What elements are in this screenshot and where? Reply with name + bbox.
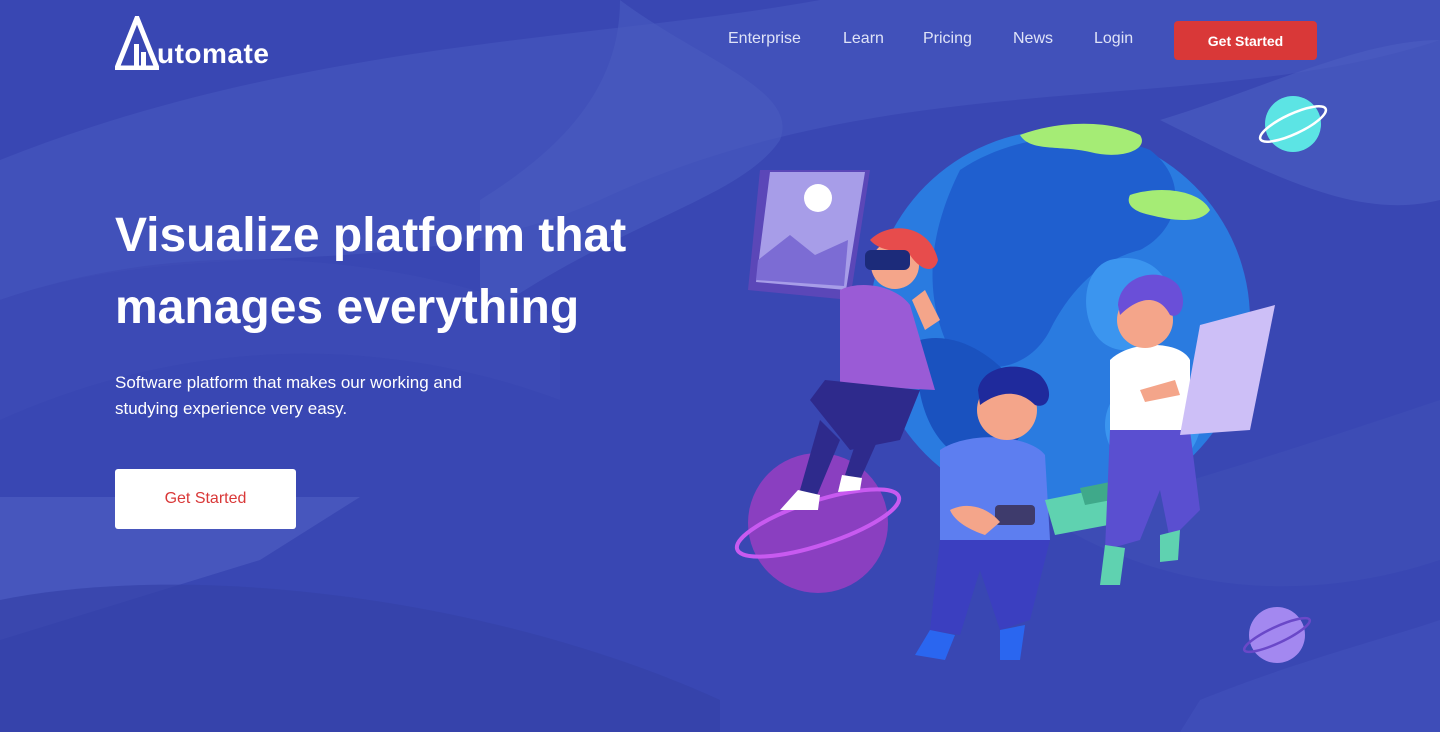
hero-subtitle-line-2: studying experience very easy. — [115, 399, 348, 418]
hero-subtitle: Software platform that makes our working… — [115, 370, 535, 422]
nav-link-enterprise[interactable]: Enterprise — [728, 30, 801, 48]
hero-subtitle-line-1: Software platform that makes our working… — [115, 373, 462, 392]
photo-frame-icon — [748, 170, 870, 300]
nav-link-news[interactable]: News — [1013, 30, 1053, 48]
nav-link-pricing[interactable]: Pricing — [923, 30, 972, 48]
landing-page: utomate Enterprise Learn Pricing News Lo… — [0, 0, 1440, 732]
top-nav: Enterprise Learn Pricing News Login Get … — [0, 21, 1440, 60]
nav-get-started-button[interactable]: Get Started — [1174, 21, 1317, 60]
people-globe-illustration — [734, 96, 1328, 663]
nav-link-login[interactable]: Login — [1094, 30, 1133, 48]
hero-title: Visualize platform that manages everythi… — [115, 200, 715, 344]
nav-link-learn[interactable]: Learn — [843, 30, 884, 48]
hero-title-line-2: manages everything — [115, 281, 580, 334]
hero-title-line-1: Visualize platform that — [115, 209, 627, 262]
planet-teal-icon — [1258, 96, 1328, 152]
planet-purple-icon — [1242, 607, 1312, 663]
hero-get-started-button[interactable]: Get Started — [115, 469, 296, 529]
